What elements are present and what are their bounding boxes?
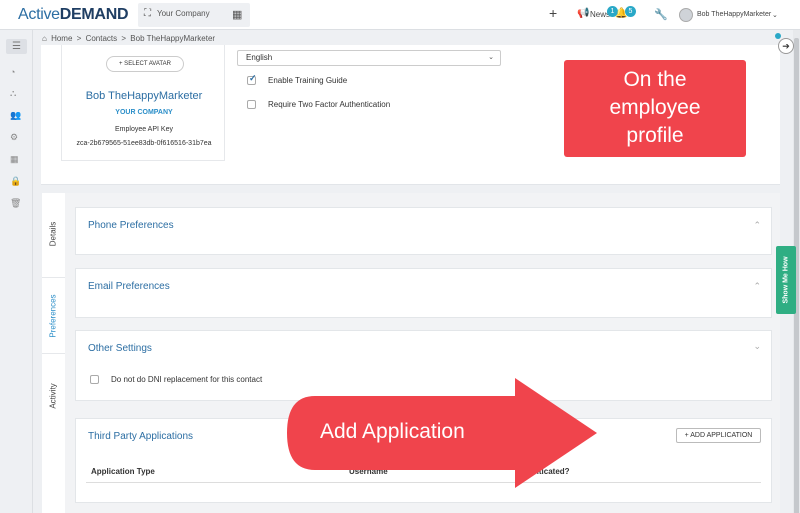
breadcrumb: ⌂ Home > Contacts > Bob TheHappyMarketer (42, 34, 217, 43)
dni-checkbox[interactable] (90, 375, 99, 384)
company-switcher[interactable]: ⛶ Your Company ▦ (138, 3, 250, 27)
training-guide-checkbox[interactable] (247, 73, 257, 85)
logo-text-demand: DEMAND (59, 6, 129, 23)
status-dot (775, 33, 781, 39)
notification-badge: 5 (625, 6, 636, 17)
top-bar: ActiveDEMAND ⛶ Your Company ▦ + 📢 News 1… (0, 0, 800, 30)
two-factor-label: Require Two Factor Authentication (268, 100, 391, 109)
panel-title: Phone Preferences (88, 220, 174, 231)
select-avatar-button[interactable]: + SELECT AVATAR (106, 56, 184, 72)
dni-label: Do not do DNI replacement for this conta… (111, 375, 263, 384)
plus-icon[interactable]: + (549, 5, 557, 21)
callout-line: profile (626, 124, 684, 147)
callout-line: On the (623, 68, 687, 91)
column-header: Application Type (91, 467, 155, 476)
dashboard-icon[interactable]: ◔ (10, 67, 15, 77)
cogs-icon[interactable]: ⚙ (10, 132, 18, 143)
collapse-panel-button[interactable]: ➔ (778, 38, 794, 54)
trash-icon[interactable]: 🗑 (10, 198, 21, 209)
show-me-how-label: Show Me How (782, 256, 790, 304)
panel-title: Third Party Applications (88, 431, 194, 442)
lock-icon[interactable]: 🔒 (10, 176, 21, 187)
left-sidebar: ☰ ◔ ⛬ 👥 ⚙ ▦ 🔒 🗑 (0, 30, 33, 513)
user-name[interactable]: Bob TheHappyMarketer (697, 11, 771, 18)
apps-grid-icon[interactable]: ▦ (10, 154, 19, 165)
language-select[interactable]: English ⌄ (237, 50, 501, 66)
org-chart-icon: ⛶ (144, 8, 151, 19)
panel-title: Other Settings (88, 343, 152, 354)
chevron-down-icon[interactable]: ⌄ (753, 341, 761, 352)
add-application-button[interactable]: + ADD APPLICATION (676, 428, 761, 443)
callout-text: Add Application (320, 420, 465, 443)
breadcrumb-separator: > (76, 34, 82, 43)
chevron-down-icon: ⌄ (488, 54, 494, 61)
training-guide-label: Enable Training Guide (268, 76, 348, 85)
tab-divider (42, 353, 65, 354)
breadcrumb-separator: > (121, 34, 127, 43)
show-me-how-tab[interactable]: Show Me How (776, 246, 796, 314)
megaphone-icon[interactable]: 📢 (577, 8, 589, 19)
grid-icon[interactable]: ▦ (232, 8, 242, 21)
chevron-up-icon[interactable]: ⌃ (753, 281, 761, 292)
panel-title: Email Preferences (88, 281, 170, 292)
api-key-value: zca-2b679565-51ee83db-0f616516-31b7ea (76, 140, 212, 147)
wrench-icon[interactable]: 🔧 (654, 8, 668, 21)
home-icon[interactable]: ⌂ (42, 34, 47, 43)
vertical-tabs: Details Preferences Activity (42, 193, 65, 513)
app-logo[interactable]: ActiveDEMAND (18, 6, 129, 24)
profile-company: YOUR COMPANY (115, 109, 173, 116)
email-preferences-panel[interactable]: Email Preferences ⌃ (75, 268, 772, 318)
language-value: English (246, 53, 273, 62)
phone-preferences-panel[interactable]: Phone Preferences ⌃ (75, 207, 772, 255)
training-guide-row: Enable Training Guide (247, 73, 348, 85)
hamburger-icon[interactable]: ☰ (6, 39, 27, 54)
sitemap-icon[interactable]: ⛬ (10, 88, 16, 99)
tab-preferences[interactable]: Preferences (42, 285, 65, 347)
logo-text-active: Active (18, 6, 60, 23)
profile-card: + SELECT AVATAR Bob TheHappyMarketer YOU… (61, 45, 225, 161)
breadcrumb-contacts[interactable]: Contacts (86, 34, 118, 43)
user-avatar[interactable] (679, 8, 693, 22)
breadcrumb-home[interactable]: Home (51, 34, 72, 43)
tab-details[interactable]: Details (42, 203, 65, 265)
two-factor-checkbox[interactable] (247, 100, 256, 109)
tab-divider (42, 277, 65, 278)
api-key-label: Employee API Key (115, 126, 173, 133)
breadcrumb-current: Bob TheHappyMarketer (130, 34, 216, 43)
company-name: Your Company (157, 9, 210, 18)
chevron-down-icon[interactable]: ⌄ (772, 11, 778, 19)
tab-label: Preferences (48, 294, 58, 338)
tab-label: Details (48, 221, 58, 247)
tab-label: Activity (48, 383, 58, 409)
dni-row: Do not do DNI replacement for this conta… (90, 375, 262, 384)
tab-activity[interactable]: Activity (42, 365, 65, 427)
two-factor-row: Require Two Factor Authentication (247, 100, 390, 109)
profile-name: Bob TheHappyMarketer (85, 90, 203, 102)
users-icon[interactable]: 👥 (10, 110, 21, 121)
chevron-up-icon[interactable]: ⌃ (753, 220, 761, 231)
employee-profile-callout: On the employee profile (564, 60, 746, 157)
callout-line: employee (609, 96, 701, 119)
add-application-arrow-callout: Add Application (287, 378, 607, 488)
